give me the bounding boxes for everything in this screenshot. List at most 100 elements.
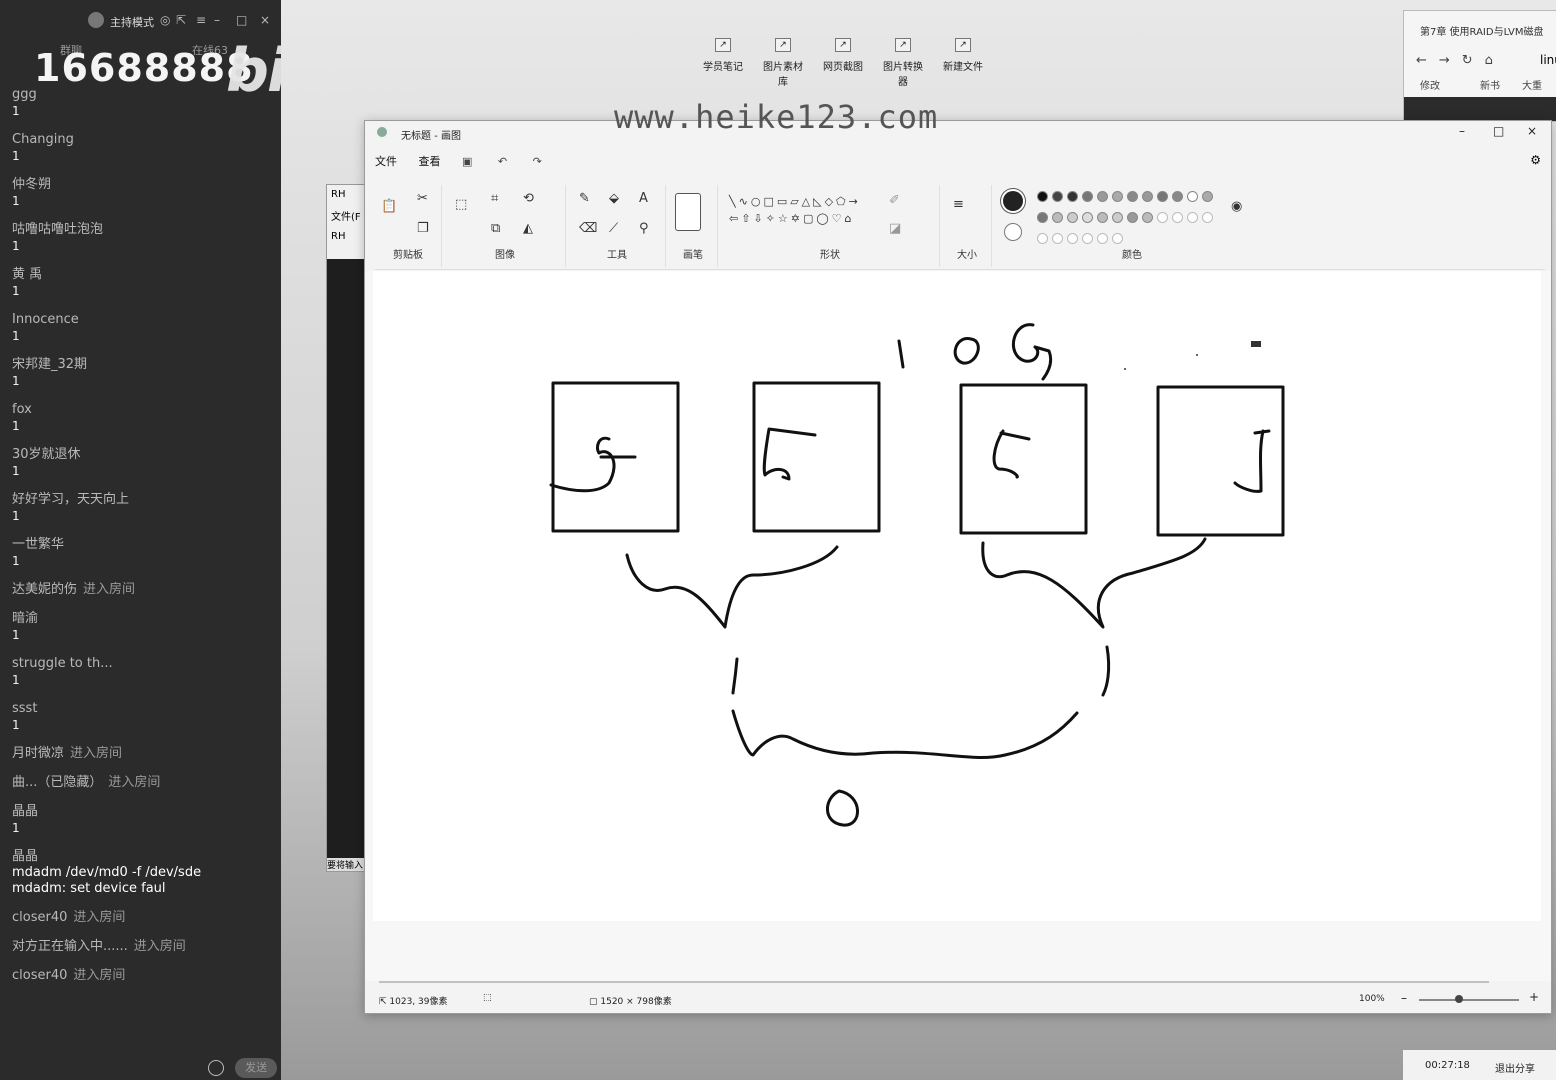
bookmark[interactable]: 新书 (1480, 77, 1500, 92)
shapes-palette[interactable]: ╲∿○□▭▱△◺◇⬠→⇦⇧⇩✧☆✡▢◯♡⌂ (729, 193, 861, 227)
color-swatch[interactable] (1172, 191, 1183, 202)
magnifier-icon[interactable]: ⚲ (639, 221, 649, 236)
color-swatch[interactable] (1082, 212, 1093, 223)
pencil-icon[interactable]: ✎ (579, 191, 590, 206)
maximize-icon[interactable]: □ (236, 13, 247, 27)
copy-icon[interactable]: ❐ (417, 221, 429, 236)
browser-window[interactable]: 第7章 使用RAID与LVM磁盘 ←→↻⌂ linu 修改 新书 大重 (1403, 10, 1556, 122)
color-swatch[interactable] (1202, 212, 1213, 223)
color-swatch[interactable] (1202, 191, 1213, 202)
color-swatch[interactable] (1157, 191, 1168, 202)
exit-share-button[interactable]: 退出分享 (1495, 1060, 1535, 1075)
title-bar: 无标题 - 画图 – □ × (365, 121, 1551, 145)
color-palette[interactable] (1037, 191, 1223, 254)
resize-icon[interactable]: ⧉ (491, 221, 500, 236)
background-terminal-window[interactable]: RH 文件(F RH 要将输入 (326, 184, 368, 872)
menu-view[interactable]: 查看 (419, 155, 441, 168)
line-size-icon[interactable]: ≡ (953, 197, 964, 212)
disk-box-3 (959, 383, 1088, 535)
send-button[interactable]: 发送 (235, 1057, 278, 1078)
address-bar[interactable]: linu (1540, 53, 1556, 67)
color-swatch[interactable] (1112, 191, 1123, 202)
minimize-icon[interactable]: – (1459, 124, 1465, 138)
minimize-icon[interactable]: – (214, 13, 220, 27)
settings-icon[interactable]: ◎ (160, 13, 170, 27)
secondary-color[interactable] (1004, 223, 1022, 241)
horizontal-scrollbar[interactable] (379, 981, 1489, 983)
bookmark[interactable]: 修改 (1420, 77, 1440, 92)
rotate-icon[interactable]: ⟲ (523, 191, 534, 206)
select-icon[interactable]: ⬚ (455, 197, 467, 212)
desktop-icon[interactable]: ↗ 学员笔记 (700, 38, 746, 88)
color-swatch[interactable] (1172, 212, 1183, 223)
color-swatch[interactable] (1037, 212, 1048, 223)
color-swatch[interactable] (1082, 191, 1093, 202)
zoom-in-button[interactable]: + (1529, 990, 1539, 1004)
shortcut-icon: ↗ (895, 38, 911, 52)
color-swatch[interactable] (1067, 233, 1078, 244)
save-icon[interactable]: ▣ (462, 155, 472, 168)
color-swatch[interactable] (1037, 233, 1048, 244)
eraser-icon[interactable]: ⌫ (579, 221, 597, 236)
maximize-icon[interactable]: □ (1493, 124, 1504, 138)
browser-nav-buttons[interactable]: ←→↻⌂ (1416, 53, 1505, 68)
color-swatch[interactable] (1142, 191, 1153, 202)
desktop-icon[interactable]: ↗ 图片转换器 (880, 38, 926, 88)
color-swatch[interactable] (1142, 212, 1153, 223)
paste-icon[interactable]: 📋 (381, 199, 397, 214)
color-swatch[interactable] (1187, 191, 1198, 202)
flip-icon[interactable]: ◭ (523, 221, 533, 236)
primary-color[interactable] (1003, 191, 1023, 211)
desktop-icon[interactable]: ↗ 网页截图 (820, 38, 866, 88)
color-swatch[interactable] (1037, 191, 1048, 202)
fill-icon[interactable]: ⬙ (609, 191, 619, 206)
color-swatch[interactable] (1112, 212, 1123, 223)
color-swatch[interactable] (1187, 212, 1198, 223)
color-swatch[interactable] (1052, 233, 1063, 244)
close-icon[interactable]: × (260, 13, 270, 27)
chat-message-list: ggg 1 Changing 1 仲冬朔 1 咕噜咕噜吐泡泡 1 黄 禹1 Innoce… (12, 87, 274, 997)
undo-icon[interactable]: ↶ (498, 155, 507, 168)
bookmark[interactable]: 大重 (1522, 77, 1542, 92)
text-icon[interactable]: A (639, 191, 648, 206)
color-swatch[interactable] (1097, 233, 1108, 244)
color-swatch[interactable] (1112, 233, 1123, 244)
cut-icon[interactable]: ✂ (417, 191, 428, 206)
settings-icon[interactable]: ⚙ (1530, 153, 1541, 167)
color-swatch[interactable] (1127, 191, 1138, 202)
zoom-slider-thumb[interactable] (1455, 995, 1463, 1003)
zoom-slider[interactable] (1419, 999, 1519, 1001)
handwritten-1 (897, 339, 905, 369)
edit-colors-icon[interactable]: ◉ (1231, 199, 1242, 214)
shortcut-icon: ↗ (775, 38, 791, 52)
popout-icon[interactable]: ⇱ (176, 13, 186, 27)
browser-tab[interactable]: 第7章 使用RAID与LVM磁盘 (1420, 23, 1544, 38)
crop-icon[interactable]: ⌗ (491, 191, 498, 206)
color-swatch[interactable] (1052, 212, 1063, 223)
color-swatch[interactable] (1067, 212, 1078, 223)
color-swatch[interactable] (1157, 212, 1168, 223)
fill-shape-icon[interactable]: ◪ (889, 221, 901, 236)
color-swatch[interactable] (1067, 191, 1078, 202)
color-swatch[interactable] (1127, 212, 1138, 223)
redo-icon[interactable]: ↷ (533, 155, 542, 168)
emoji-icon[interactable] (208, 1059, 224, 1076)
outline-icon[interactable]: ✐ (889, 193, 900, 208)
brush-icon[interactable] (675, 193, 701, 231)
side-stroke-right (1101, 645, 1111, 697)
drawing-canvas[interactable] (373, 271, 1541, 921)
close-icon[interactable]: × (1527, 124, 1537, 138)
color-swatch[interactable] (1082, 233, 1093, 244)
shortcut-icon: ↗ (955, 38, 971, 52)
zoom-out-button[interactable]: – (1401, 991, 1407, 1005)
menu-icon[interactable]: ≡ (196, 13, 206, 27)
digit-5-box3 (992, 429, 1031, 479)
digit-5-box2 (762, 427, 817, 481)
menu-file[interactable]: 文件 (375, 155, 397, 168)
color-picker-icon[interactable]: ⟋ (609, 221, 618, 236)
desktop-icon[interactable]: ↗ 图片素材库 (760, 38, 806, 88)
color-swatch[interactable] (1052, 191, 1063, 202)
color-swatch[interactable] (1097, 212, 1108, 223)
color-swatch[interactable] (1097, 191, 1108, 202)
desktop-icon[interactable]: ↗ 新建文件 (940, 38, 986, 88)
